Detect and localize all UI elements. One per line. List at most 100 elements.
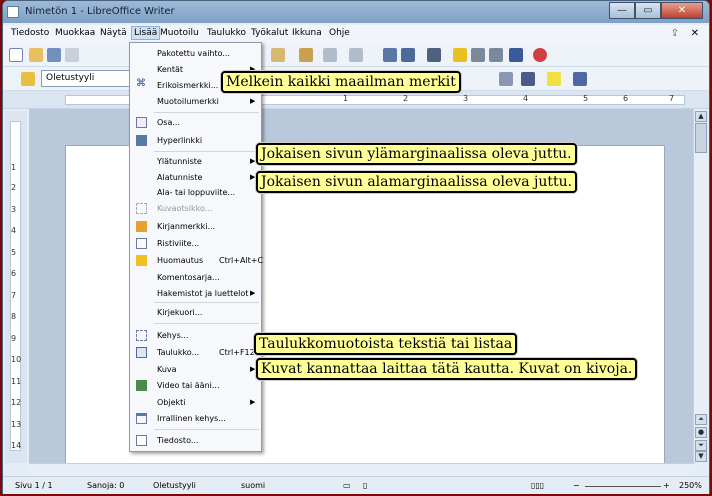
navigator-icon[interactable]: [453, 48, 467, 62]
menu-taulukko[interactable]: Taulukko: [207, 28, 246, 38]
redo-icon[interactable]: [349, 48, 363, 62]
vruler-number: 7: [11, 291, 17, 300]
movie-icon: [136, 380, 147, 391]
language[interactable]: suomi: [241, 481, 265, 490]
vruler-number: 6: [11, 269, 17, 278]
help-icon[interactable]: [533, 48, 547, 62]
close-button[interactable]: ✕: [661, 2, 703, 19]
submenu-arrow-icon: ▶: [250, 97, 256, 105]
omega-icon: ⌘: [136, 78, 146, 89]
menu-muokkaa[interactable]: Muokkaa: [55, 28, 95, 38]
save-icon[interactable]: [47, 48, 61, 62]
background-color-icon[interactable]: [573, 72, 587, 86]
word-count: Sanoja: 0: [87, 481, 125, 490]
menu-item-ala-tai-loppuviite[interactable]: Ala- tai loppuviite...: [130, 185, 261, 201]
zoom-in-icon[interactable]: +: [663, 481, 670, 490]
submenu-arrow-icon: ▶: [250, 365, 256, 373]
menu-item-kirjekuori[interactable]: Kirjekuori...: [130, 305, 261, 321]
menu-item-irrallinen-kehys[interactable]: Irrallinen kehys...: [130, 411, 261, 427]
gallery-icon[interactable]: [471, 48, 485, 62]
close-document-button[interactable]: ✕: [691, 28, 699, 39]
ruler-number: 7: [669, 94, 675, 103]
previous-page-icon[interactable]: ⏶: [695, 414, 707, 425]
vruler-number: 1: [11, 163, 17, 172]
menu-lisaa[interactable]: Lisää: [131, 26, 161, 40]
menu-bar: Tiedosto Muokkaa Näytä Lisää Muotoilu Ta…: [3, 25, 709, 43]
table-toolbar-icon[interactable]: [401, 48, 415, 62]
scroll-down-icon[interactable]: ▼: [695, 451, 707, 462]
styles-icon[interactable]: [21, 72, 35, 86]
menu-ikkuna[interactable]: Ikkuna: [292, 28, 322, 38]
menu-item-hakemistot[interactable]: Hakemistot ja luettelot ▶: [130, 286, 261, 302]
vertical-scrollbar[interactable]: ▲ ⏶ ● ⏷ ▼: [693, 109, 707, 463]
vruler-number: 12: [11, 398, 22, 407]
scroll-up-icon[interactable]: ▲: [695, 111, 707, 122]
floating-frame-icon: [136, 413, 147, 424]
ruler-number: 1: [343, 94, 349, 103]
email-icon[interactable]: [65, 48, 79, 62]
frame-icon: [136, 330, 147, 341]
menu-item-huomautus[interactable]: Huomautus Ctrl+Alt+C: [130, 253, 264, 269]
menu-ohje[interactable]: Ohje: [329, 28, 350, 38]
shortcut-label: Ctrl+Alt+C: [219, 256, 264, 265]
menu-item-alatunniste[interactable]: Alatunniste ▶: [130, 170, 261, 186]
page-style[interactable]: Oletustyyli: [153, 481, 196, 490]
menu-item-komentosarja[interactable]: Komentosarja...: [130, 270, 261, 286]
vruler-number: 11: [11, 377, 22, 386]
horizontal-ruler[interactable]: 1 2 3 4 5 6 7: [3, 91, 709, 109]
menu-item-hyperlinkki[interactable]: Hyperlinkki: [130, 133, 261, 149]
menu-item-objekti[interactable]: Objekti ▶: [130, 395, 261, 411]
callout-taulukko: Taulukkomuotoista tekstiä tai listaa: [254, 333, 518, 355]
menu-item-osa[interactable]: Osa...: [130, 115, 261, 131]
horizontal-scrollbar[interactable]: [29, 463, 695, 475]
window-title: Nimetön 1 - LibreOffice Writer: [25, 6, 175, 17]
data-sources-icon[interactable]: [489, 48, 503, 62]
menu-item-video-tai-aani[interactable]: Video tai ääni...: [130, 378, 261, 394]
scroll-thumb[interactable]: [695, 123, 707, 153]
caption-icon: [136, 203, 147, 214]
menu-item-kuva[interactable]: Kuva ▶: [130, 362, 261, 378]
minimize-button[interactable]: —: [609, 2, 635, 19]
vruler-number: 8: [11, 312, 17, 321]
new-document-icon[interactable]: [9, 48, 23, 62]
open-icon[interactable]: [29, 48, 43, 62]
update-icon[interactable]: ⇪: [671, 28, 679, 39]
zoom-out-icon[interactable]: −: [573, 481, 580, 490]
show-draw-icon[interactable]: [427, 48, 441, 62]
menu-item-kehys[interactable]: Kehys...: [130, 328, 261, 344]
status-bar: Sivu 1 / 1 Sanoja: 0 Oletustyyli suomi ▭…: [3, 476, 709, 494]
menu-nayta[interactable]: Näytä: [100, 28, 127, 38]
menu-item-taulukko[interactable]: Taulukko... Ctrl+F12: [130, 345, 261, 361]
decrease-indent-icon[interactable]: [499, 72, 513, 86]
view-layout-icon[interactable]: ▯▯▯: [531, 481, 544, 490]
paragraph-style-select[interactable]: Oletustyyli: [41, 70, 131, 87]
selection-mode-icon[interactable]: ▯: [363, 481, 367, 490]
font-color-icon[interactable]: [521, 72, 535, 86]
navigation-icon[interactable]: ●: [695, 427, 707, 438]
paste-icon[interactable]: [271, 48, 285, 62]
menu-item-ristiviite[interactable]: Ristiviite...: [130, 236, 261, 252]
formatting-marks-icon[interactable]: [509, 48, 523, 62]
insert-mode-icon[interactable]: ▭: [343, 481, 351, 490]
zoom-slider[interactable]: [585, 486, 661, 487]
clone-format-icon[interactable]: [299, 48, 313, 62]
menu-muotoilu[interactable]: Muotoilu: [160, 28, 199, 38]
next-page-icon[interactable]: ⏷: [695, 440, 707, 451]
menu-tiedosto[interactable]: Tiedosto: [11, 28, 49, 38]
menu-item-kirjanmerkki[interactable]: Kirjanmerkki...: [130, 219, 261, 235]
menu-item-ylatunniste[interactable]: Ylätunniste ▶: [130, 154, 261, 170]
menu-tyokalut[interactable]: Työkalut: [251, 28, 288, 38]
menu-item-muotoilumerkki[interactable]: Muotoilumerkki ▶: [130, 94, 261, 110]
vruler-number: 4: [11, 226, 17, 235]
highlighting-icon[interactable]: [547, 72, 561, 86]
zoom-level[interactable]: 250%: [679, 481, 702, 490]
menu-item-tiedosto[interactable]: Tiedosto...: [130, 433, 261, 449]
maximize-button[interactable]: ▭: [635, 2, 661, 19]
undo-icon[interactable]: [323, 48, 337, 62]
submenu-arrow-icon: ▶: [250, 173, 256, 181]
page-count[interactable]: Sivu 1 / 1: [15, 481, 53, 490]
hyperlink-toolbar-icon[interactable]: [383, 48, 397, 62]
vertical-ruler[interactable]: 1 2 3 4 5 6 7 8 9 10 11 12 13 14: [5, 111, 27, 463]
menu-item-pakotettu-vaihto[interactable]: Pakotettu vaihto...: [130, 46, 261, 62]
menu-item-kuvaotsikko[interactable]: Kuvaotsikko...: [130, 201, 261, 217]
